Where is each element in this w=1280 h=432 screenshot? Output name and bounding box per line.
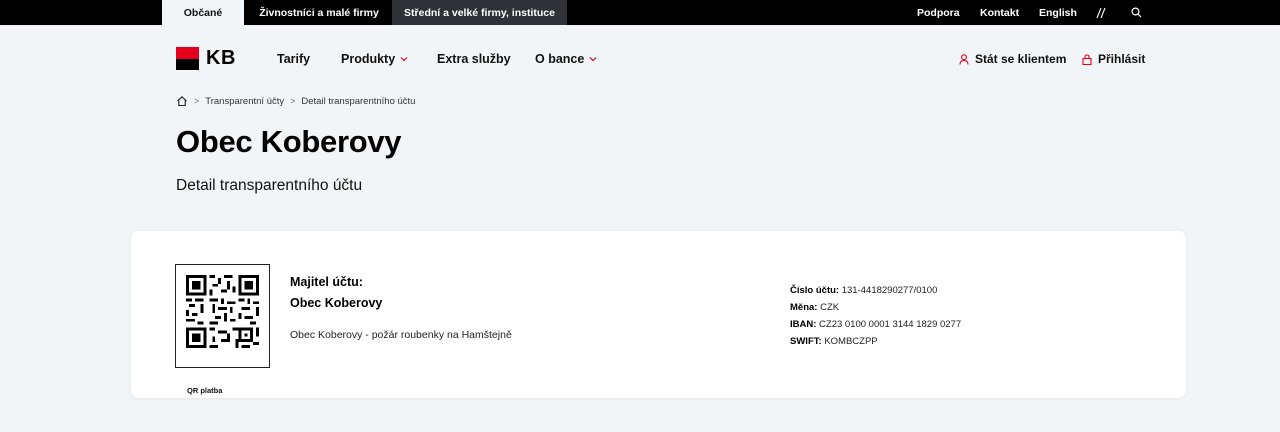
home-icon[interactable] — [176, 95, 188, 107]
breadcrumb-separator: > — [290, 96, 296, 106]
nav-tarify-label: Tarify — [277, 52, 311, 66]
link-kontakt[interactable]: Kontakt — [980, 0, 1019, 25]
account-number-row: Číslo účtu: 131-4418290277/0100 — [790, 282, 961, 299]
swift-value: KOMBCZPP — [824, 336, 878, 347]
breadcrumb-item-detail: Detail transparentního účtu — [301, 95, 416, 107]
breadcrumb: > Transparentní účty > Detail transparen… — [176, 94, 415, 108]
top-bar: Občané Živnostníci a malé firmy Střední … — [0, 0, 1280, 25]
page-title: Obec Koberovy — [176, 124, 402, 159]
breadcrumb-separator: > — [194, 96, 200, 106]
chevron-down-icon — [589, 55, 597, 63]
link-podpora[interactable]: Podpora — [917, 0, 960, 25]
currency-value: CZK — [820, 302, 840, 313]
page-subtitle: Detail transparentního účtu — [176, 177, 363, 194]
nav-extra-sluzby-label: Extra služby — [437, 52, 511, 66]
kb-logo[interactable]: KB — [176, 47, 236, 70]
accessibility-icon — [1094, 6, 1108, 20]
iban-value: CZ23 0100 0001 3144 1829 0277 — [819, 319, 962, 330]
nav-tarify[interactable]: Tarify — [277, 50, 310, 68]
iban-label: IBAN: — [790, 319, 817, 330]
nav-o-bance-label: O bance — [535, 52, 585, 66]
kb-logo-text: KB — [206, 47, 236, 69]
accessibility-button[interactable] — [1094, 0, 1108, 25]
account-card: QR platba Majitel účtu: Obec Koberovy Ob… — [131, 231, 1186, 398]
login-label: Přihlásit — [1098, 52, 1146, 66]
currency-label: Měna: — [790, 302, 818, 313]
account-details: Číslo účtu: 131-4418290277/0100 Měna: CZ… — [790, 282, 961, 350]
chevron-down-icon — [400, 55, 408, 63]
qr-code-image — [186, 275, 259, 348]
qr-payment-box: QR platba — [175, 264, 270, 395]
link-english[interactable]: English — [1039, 0, 1077, 25]
owner-name: Obec Koberovy — [290, 296, 383, 310]
nav-produkty[interactable]: Produkty — [341, 50, 408, 68]
account-number-label: Číslo účtu: — [790, 285, 840, 296]
swift-label: SWIFT: — [790, 336, 822, 347]
account-number-value: 131-4418290277/0100 — [841, 285, 938, 296]
iban-row: IBAN: CZ23 0100 0001 3144 1829 0277 — [790, 316, 961, 333]
search-button[interactable] — [1129, 0, 1143, 25]
currency-row: Měna: CZK — [790, 299, 961, 316]
account-description: Obec Koberovy - požár roubenky na Hamšte… — [290, 329, 512, 341]
search-icon — [1129, 6, 1143, 20]
segment-firmy[interactable]: Střední a velké firmy, instituce — [392, 0, 567, 25]
become-client-link[interactable]: Stát se klientem — [959, 50, 1066, 68]
nav-o-bance[interactable]: O bance — [535, 50, 597, 68]
swift-row: SWIFT: KOMBCZPP — [790, 333, 961, 350]
lock-icon — [1082, 53, 1092, 65]
kb-logo-mark — [176, 47, 199, 70]
segment-obcane[interactable]: Občané — [162, 0, 244, 25]
nav-extra-sluzby[interactable]: Extra služby — [437, 50, 511, 68]
nav-produkty-label: Produkty — [341, 52, 396, 66]
segment-zivnostnici[interactable]: Živnostníci a malé firmy — [248, 0, 390, 25]
login-link[interactable]: Přihlásit — [1082, 50, 1145, 68]
breadcrumb-item-transparentni-ucty[interactable]: Transparentní účty — [205, 96, 284, 107]
qr-payment-label: QR platba — [182, 386, 228, 395]
become-client-label: Stát se klientem — [975, 52, 1067, 66]
user-icon — [959, 53, 969, 65]
owner-heading: Majitel účtu: — [290, 275, 363, 289]
